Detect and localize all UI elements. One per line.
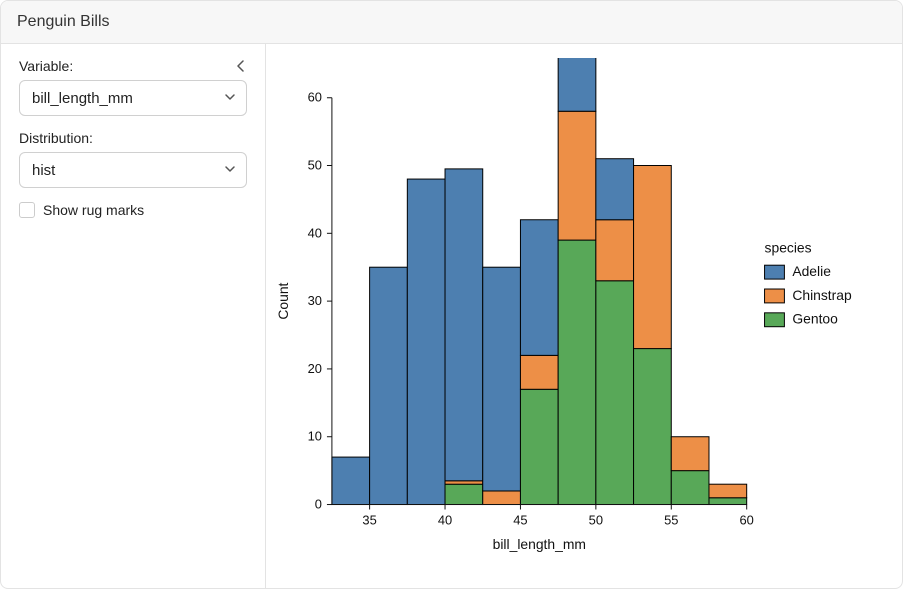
y-tick-label: 20: [308, 361, 322, 376]
variable-select[interactable]: bill_length_mm: [19, 80, 247, 116]
card-header: Penguin Bills: [1, 1, 902, 44]
variable-label: Variable:: [19, 58, 247, 74]
chart-panel: 35 40 45 50 55 60 0 10 20 30 40 50 60 bill_length_m…: [266, 44, 902, 588]
bar-adelie: [332, 457, 370, 504]
app-card: Penguin Bills Variable: bill_length_mm D…: [0, 0, 903, 589]
distribution-select[interactable]: hist: [19, 152, 247, 188]
bar-gentoo: [671, 471, 709, 505]
x-tick-label: 60: [740, 512, 754, 527]
show-rug-row: Show rug marks: [19, 202, 247, 218]
bar-chinstrap: [634, 165, 672, 348]
x-tick-label: 45: [513, 512, 527, 527]
legend-item-gentoo: Gentoo: [765, 311, 839, 327]
chevron-left-icon: [235, 60, 247, 72]
bar-chinstrap: [709, 484, 747, 498]
bar-chinstrap: [483, 491, 521, 505]
bar-chinstrap: [671, 437, 709, 471]
x-axis: 35 40 45 50 55 60: [332, 505, 754, 528]
y-tick-label: 10: [308, 429, 322, 444]
bar-adelie: [483, 267, 521, 491]
variable-select-value: bill_length_mm: [32, 90, 133, 107]
legend-item-chinstrap: Chinstrap: [765, 287, 852, 303]
bar-adelie: [520, 220, 558, 356]
card-title: Penguin Bills: [17, 13, 110, 30]
bar-chinstrap: [558, 111, 596, 240]
distribution-group: Distribution: hist: [19, 130, 247, 188]
x-axis-label: bill_length_mm: [493, 536, 586, 552]
bar-chinstrap: [445, 481, 483, 484]
distribution-label: Distribution:: [19, 130, 247, 146]
x-tick-label: 55: [664, 512, 678, 527]
bar-gentoo: [558, 240, 596, 504]
bar-adelie: [370, 267, 408, 504]
variable-group: Variable: bill_length_mm: [19, 58, 247, 116]
chart-svg: 35 40 45 50 55 60 0 10 20 30 40 50 60 bill_length_m…: [268, 58, 888, 574]
bar-gentoo: [634, 349, 672, 505]
legend-item-adelie: Adelie: [765, 263, 832, 279]
svg-text:Gentoo: Gentoo: [792, 311, 838, 327]
svg-text:Chinstrap: Chinstrap: [792, 287, 852, 303]
bar-gentoo: [709, 498, 747, 505]
collapse-sidebar-button[interactable]: [231, 56, 251, 76]
chevron-down-icon: [224, 90, 236, 107]
y-tick-label: 0: [315, 497, 322, 512]
x-tick-label: 50: [589, 512, 603, 527]
y-tick-label: 50: [308, 157, 322, 172]
y-tick-label: 30: [308, 293, 322, 308]
card-body: Variable: bill_length_mm Distribution: h…: [1, 44, 902, 588]
y-tick-label: 60: [308, 90, 322, 105]
bar-chinstrap: [520, 355, 558, 389]
y-tick-label: 40: [308, 225, 322, 240]
sidebar: Variable: bill_length_mm Distribution: h…: [1, 44, 266, 588]
x-tick-label: 40: [438, 512, 452, 527]
bar-adelie: [558, 58, 596, 111]
bar-gentoo: [445, 484, 483, 504]
show-rug-checkbox[interactable]: [19, 202, 35, 218]
svg-text:Adelie: Adelie: [792, 263, 831, 279]
legend-title: species: [765, 239, 812, 255]
bar-gentoo: [520, 389, 558, 504]
bar-adelie: [445, 169, 483, 481]
y-axis-label: Count: [275, 282, 291, 319]
legend: species Adelie Chinstrap Gentoo: [765, 239, 852, 326]
x-tick-label: 35: [362, 512, 376, 527]
y-axis: 0 10 20 30 40 50 60: [308, 90, 332, 512]
bar-adelie: [407, 179, 445, 504]
plot-area: [332, 58, 747, 505]
show-rug-label: Show rug marks: [43, 202, 144, 218]
bar-gentoo: [596, 281, 634, 505]
chevron-down-icon: [224, 162, 236, 179]
bar-adelie: [596, 159, 634, 220]
bar-chinstrap: [596, 220, 634, 281]
distribution-select-value: hist: [32, 162, 55, 179]
